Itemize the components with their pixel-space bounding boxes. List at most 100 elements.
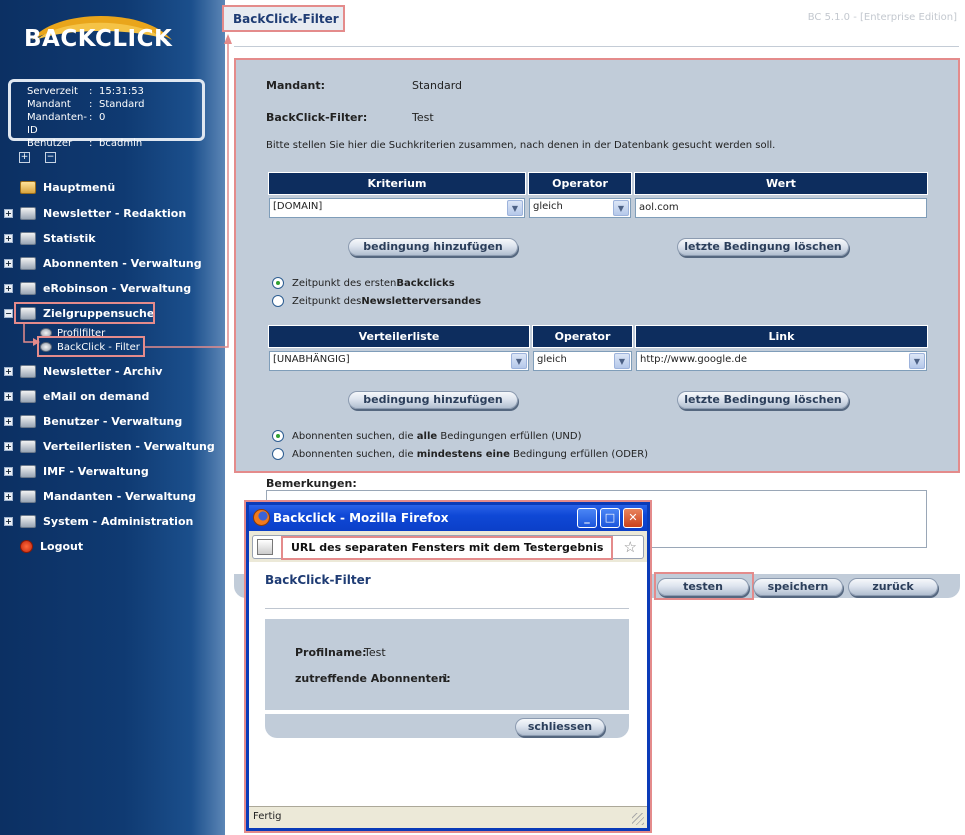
- operator-select[interactable]: gleich ▼: [529, 198, 631, 218]
- nav-label: Benutzer - Verwaltung: [43, 414, 183, 428]
- popup-titlebar[interactable]: Backclick - Mozilla Firefox _ □ ✕: [249, 505, 647, 531]
- nav-label: Newsletter - Redaktion: [43, 206, 187, 220]
- nav-newsletter-redaktion[interactable]: + Newsletter - Redaktion: [0, 204, 186, 222]
- link-operator-select[interactable]: gleich ▼: [533, 351, 632, 371]
- highlight-zielgruppensuche: [14, 302, 155, 324]
- maximize-icon[interactable]: □: [600, 508, 620, 528]
- info-key: Mandant: [27, 99, 71, 110]
- nav-label: Mandanten - Verwaltung: [43, 489, 197, 503]
- info-sep: :: [89, 99, 93, 110]
- radio-unchecked[interactable]: [272, 448, 284, 460]
- nav-label: eMail on demand: [43, 389, 150, 403]
- popup-status-bar: Fertig: [249, 806, 647, 828]
- page-icon: [257, 539, 273, 555]
- delete-last-condition-button[interactable]: letzte Bedingung löschen: [677, 238, 849, 256]
- nav-email-on-demand[interactable]: + eMail on demand: [0, 387, 149, 405]
- expand-all-button[interactable]: +: [19, 152, 30, 163]
- info-row-serverzeit: Serverzeit:15:31:53: [27, 85, 202, 98]
- radio-checked[interactable]: [272, 277, 284, 289]
- minimize-icon[interactable]: _: [577, 508, 597, 528]
- operator-cell: gleich ▼: [528, 197, 632, 219]
- nav-mandanten[interactable]: + Mandanten - Verwaltung: [0, 487, 196, 505]
- verteilerliste-select[interactable]: [UNABHÄNGIG] ▼: [269, 351, 529, 371]
- add-condition-button-2[interactable]: bedingung hinzufügen: [348, 391, 518, 409]
- remarks-label: Bemerkungen:: [266, 477, 357, 490]
- form-hint: Bitte stellen Sie hier die Suchkriterien…: [266, 140, 776, 151]
- test-result-popup-window: Backclick - Mozilla Firefox _ □ ✕ ☆ URL …: [244, 500, 652, 833]
- expand-icon[interactable]: +: [4, 366, 13, 376]
- save-button[interactable]: speichern: [753, 578, 843, 596]
- info-sep: :: [89, 138, 93, 149]
- delete-last-condition-button-2[interactable]: letzte Bedingung löschen: [677, 391, 849, 409]
- collapse-icon[interactable]: −: [4, 308, 13, 318]
- nav-logout[interactable]: Logout: [0, 537, 83, 555]
- expand-icon[interactable]: +: [4, 466, 13, 476]
- expand-icon[interactable]: +: [4, 416, 13, 426]
- expand-icon[interactable]: +: [4, 391, 13, 401]
- radio-checked[interactable]: [272, 430, 284, 442]
- chevron-down-icon[interactable]: ▼: [909, 353, 925, 369]
- chevron-down-icon[interactable]: ▼: [613, 200, 629, 216]
- select-value: gleich: [533, 201, 563, 212]
- nav-hauptmenue[interactable]: Hauptmenü: [0, 178, 115, 196]
- popup-divider: [265, 608, 629, 609]
- wert-input[interactable]: aol.com: [635, 198, 927, 218]
- chevron-down-icon[interactable]: ▼: [511, 353, 527, 369]
- filter-name-label: BackClick-Filter:: [266, 111, 368, 124]
- radio-label-bold: Backclicks: [396, 277, 455, 289]
- link-select[interactable]: http://www.google.de ▼: [636, 351, 927, 371]
- filter-name-value: Test: [412, 111, 434, 124]
- info-value: bcadmin: [99, 138, 143, 149]
- radio-logic-and[interactable]: Abonnenten suchen, die alle Bedingungen …: [272, 430, 582, 442]
- chevron-down-icon[interactable]: ▼: [614, 353, 630, 369]
- nav-newsletter-archiv[interactable]: + Newsletter - Archiv: [0, 362, 162, 380]
- expand-icon[interactable]: +: [4, 283, 13, 293]
- url-annotation-label: URL des separaten Fensters mit dem Teste…: [281, 536, 614, 560]
- link-operator-cell: gleich ▼: [532, 350, 633, 372]
- expand-icon[interactable]: +: [4, 258, 13, 268]
- nav-label: Verteilerlisten - Verwaltung: [43, 439, 215, 453]
- matching-subscribers-label: zutreffende Abonnenten:: [295, 672, 451, 685]
- popup-content: BackClick-Filter Profilname: Test zutref…: [249, 562, 647, 806]
- expand-icon[interactable]: +: [4, 441, 13, 451]
- radio-label-bold: mindestens eine: [416, 448, 510, 460]
- folder-icon: [20, 206, 36, 220]
- link-row: [UNABHÄNGIG] ▼ gleich ▼ http://www.google.…: [268, 350, 928, 372]
- expand-icon[interactable]: +: [4, 208, 13, 218]
- mandant-value: Standard: [412, 79, 463, 92]
- nav-benutzer[interactable]: + Benutzer - Verwaltung: [0, 412, 182, 430]
- radio-logic-or[interactable]: Abonnenten suchen, die mindestens eine B…: [272, 448, 648, 460]
- star-icon[interactable]: ☆: [624, 538, 637, 556]
- nav-erobinson[interactable]: + eRobinson - Verwaltung: [0, 279, 191, 297]
- info-value: Standard: [99, 99, 145, 110]
- radio-label-post: Bedingung erfüllen (ODER): [513, 448, 649, 460]
- folder-icon: [20, 414, 36, 428]
- nav-verteilerlisten[interactable]: + Verteilerlisten - Verwaltung: [0, 437, 215, 455]
- close-icon[interactable]: ✕: [623, 508, 643, 528]
- home-icon: [20, 180, 36, 194]
- nav-system[interactable]: + System - Administration: [0, 512, 193, 530]
- expand-icon[interactable]: +: [4, 516, 13, 526]
- back-button[interactable]: zurück: [848, 578, 938, 596]
- radio-unchecked[interactable]: [272, 295, 284, 307]
- expand-icon[interactable]: +: [4, 233, 13, 243]
- radio-label-pre: Zeitpunkt des ersten: [292, 277, 397, 289]
- radio-label-pre: Abonnenten suchen, die: [292, 448, 414, 460]
- folder-icon: [20, 256, 36, 270]
- chevron-down-icon[interactable]: ▼: [507, 200, 523, 216]
- radio-time-newsletter[interactable]: Zeitpunkt des Newsletterversandes: [272, 295, 481, 307]
- nav-abonnenten[interactable]: + Abonnenten - Verwaltung: [0, 254, 202, 272]
- resize-grip-icon[interactable]: [632, 813, 644, 825]
- radio-time-first-backclick[interactable]: Zeitpunkt des ersten Backclicks: [272, 277, 455, 289]
- close-popup-button[interactable]: schliessen: [515, 718, 605, 736]
- popup-frame: Backclick - Mozilla Firefox _ □ ✕ ☆ URL …: [249, 505, 647, 828]
- expand-icon[interactable]: +: [4, 491, 13, 501]
- add-condition-button[interactable]: bedingung hinzufügen: [348, 238, 518, 256]
- nav-statistik[interactable]: + Statistik: [0, 229, 96, 247]
- profile-name-label: Profilname:: [295, 646, 367, 659]
- nav-imf[interactable]: + IMF - Verwaltung: [0, 462, 149, 480]
- kriterium-select[interactable]: [DOMAIN] ▼: [269, 198, 525, 218]
- popup-window-title: Backclick - Mozilla Firefox: [273, 511, 449, 525]
- collapse-all-button[interactable]: −: [45, 152, 56, 163]
- info-row-benutzer: Benutzer: bcadmin: [27, 137, 202, 150]
